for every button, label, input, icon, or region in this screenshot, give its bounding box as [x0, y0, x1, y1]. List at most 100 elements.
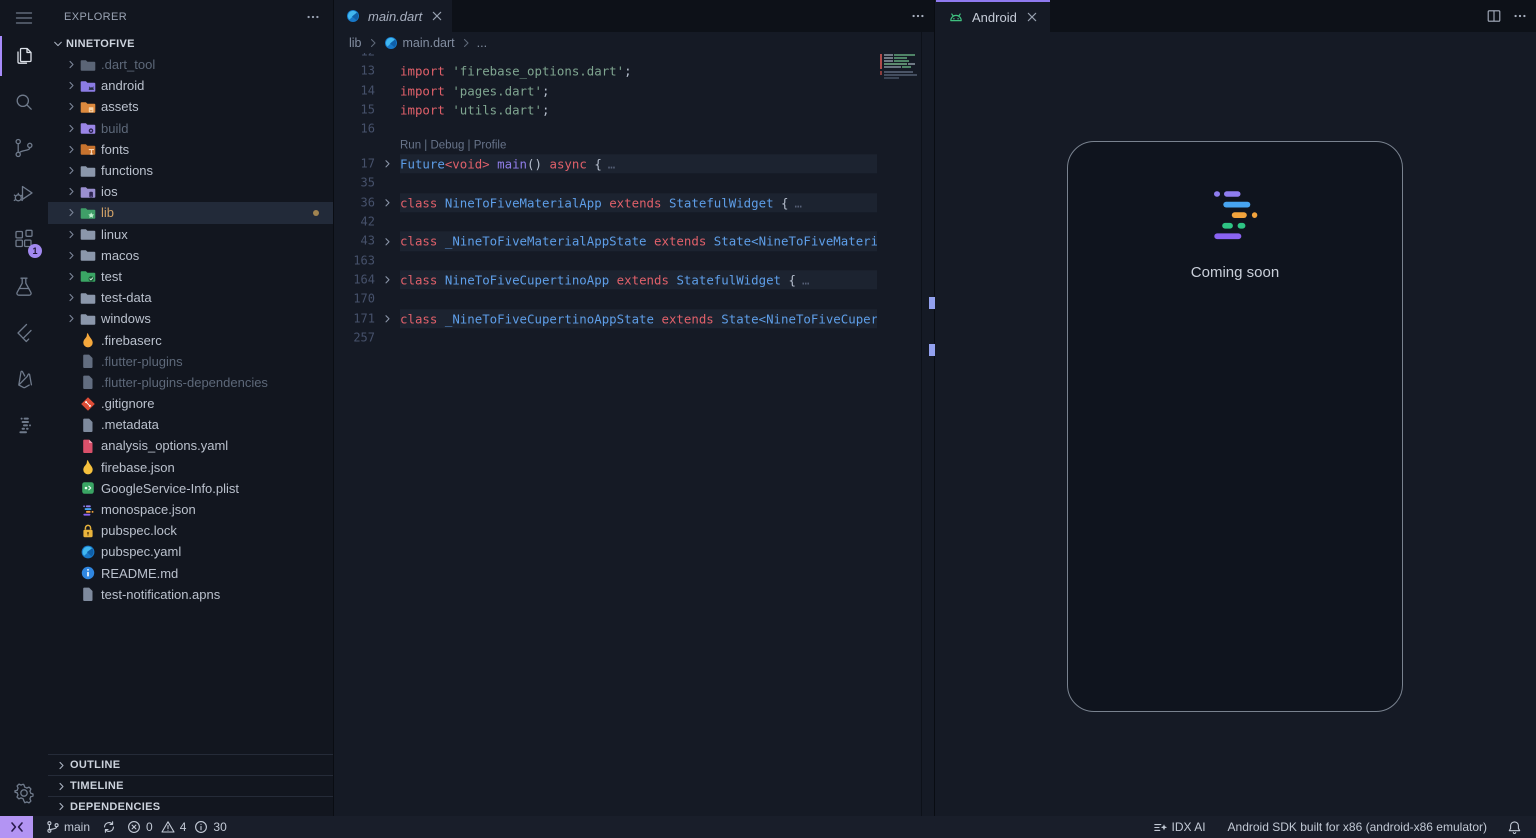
line-number: 14 [334, 81, 375, 100]
code-text [400, 212, 877, 231]
tree-item-label: monospace.json [101, 502, 196, 517]
tab-label: main.dart [368, 9, 422, 24]
tree-item-functions[interactable]: functions [48, 160, 333, 181]
line-number: 42 [334, 212, 375, 231]
close-icon[interactable] [1024, 9, 1040, 25]
branch-indicator[interactable]: main [46, 820, 90, 834]
activity-item-search[interactable] [0, 79, 48, 125]
activity-item-firebase[interactable] [0, 356, 48, 402]
code-text [400, 174, 877, 193]
tree-item-test-notification-apns[interactable]: test-notification.apns [48, 584, 333, 605]
code-editor[interactable]: 1213import 'firebase_options.dart';14imp… [334, 53, 934, 816]
tree-item-label: GoogleService-Info.plist [101, 481, 239, 496]
code-text: class NineToFiveCupertinoApp extends Sta… [400, 270, 877, 289]
android-emulator-frame: Coming soon [1067, 141, 1403, 712]
codelens-run-debug-profile[interactable]: Run | Debug | Profile [334, 139, 934, 155]
activity-item-flutter[interactable] [0, 310, 48, 356]
firebase-icon [12, 367, 36, 391]
fold-chevron-icon[interactable] [375, 312, 400, 325]
code-line-35: 35 [334, 174, 934, 193]
tree-item-assets[interactable]: assets [48, 96, 333, 117]
tree-item-build[interactable]: build [48, 118, 333, 139]
activity-item-testing[interactable] [0, 263, 48, 309]
tree-item-firebase-json[interactable]: firebase.json [48, 457, 333, 478]
folder-icon [80, 268, 96, 284]
tree-item-lib[interactable]: lib [48, 202, 333, 223]
line-number: 171 [334, 309, 375, 328]
android-icon [948, 9, 964, 25]
tree-item-label: test-data [101, 290, 152, 305]
fold-chevron-icon[interactable] [375, 235, 400, 248]
tree-item-pubspec-lock[interactable]: pubspec.lock [48, 520, 333, 541]
tree-item-firebaserc[interactable]: .firebaserc [48, 329, 333, 350]
fold-chevron-icon[interactable] [375, 196, 400, 209]
fold-chevron-icon[interactable] [375, 273, 400, 286]
tree-item-label: firebase.json [101, 460, 175, 475]
editor-tabs-bar: main.dart [334, 0, 934, 32]
activity-item-source-control[interactable] [0, 125, 48, 171]
panel-more-actions-icon[interactable] [1512, 8, 1528, 24]
tree-item-android[interactable]: android [48, 75, 333, 96]
tab-main-dart[interactable]: main.dart [334, 0, 452, 32]
close-icon[interactable] [429, 8, 445, 24]
tree-item-monospace-json[interactable]: monospace.json [48, 499, 333, 520]
section-dependencies[interactable]: DEPENDENCIES [48, 796, 333, 816]
breadcrumb-item--[interactable]: ... [477, 36, 487, 50]
minimap[interactable] [880, 53, 921, 85]
section-outline[interactable]: OUTLINE [48, 754, 333, 775]
tree-item-macos[interactable]: macos [48, 245, 333, 266]
tree-root-ninetofive[interactable]: NINETOFIVE [48, 33, 333, 54]
editor-more-actions-icon[interactable] [910, 8, 926, 24]
tab-android[interactable]: Android [936, 0, 1050, 32]
tree-item-readme-md[interactable]: README.md [48, 563, 333, 584]
activity-item-idx[interactable] [0, 402, 48, 448]
fold-chevron-icon[interactable] [375, 158, 400, 171]
problems-indicator[interactable]: 0430 [127, 820, 227, 834]
folder-icon [80, 290, 96, 306]
tree-item-gitignore[interactable]: .gitignore [48, 393, 333, 414]
code-line-171: 171class _NineToFiveCupertinoAppState ex… [334, 309, 934, 328]
tree-item-googleservice-info-plist[interactable]: GoogleService-Info.plist [48, 478, 333, 499]
folder-icon [80, 311, 96, 327]
menu-icon[interactable] [0, 4, 48, 32]
tree-item-dart-tool[interactable]: .dart_tool [48, 54, 333, 75]
breadcrumb-item-main-dart[interactable]: main.dart [384, 36, 455, 50]
tree-item-test[interactable]: test [48, 266, 333, 287]
tree-item-flutter-plugins-dependencies[interactable]: .flutter-plugins-dependencies [48, 372, 333, 393]
tree-item-metadata[interactable]: .metadata [48, 414, 333, 435]
activity-item-run-debug[interactable] [0, 170, 48, 216]
tree-item-label: .firebaserc [101, 333, 162, 348]
breadcrumb-item-lib[interactable]: lib [349, 36, 362, 50]
line-number: 16 [334, 119, 375, 138]
tree-item-analysis-options-yaml[interactable]: analysis_options.yaml [48, 435, 333, 456]
section-timeline[interactable]: TIMELINE [48, 775, 333, 796]
folder-icon [80, 78, 96, 94]
tree-item-windows[interactable]: windows [48, 308, 333, 329]
remote-indicator[interactable] [0, 816, 33, 838]
folder-icon [80, 99, 96, 115]
idx-icon [12, 413, 36, 437]
notifications-button[interactable] [1507, 820, 1522, 835]
code-text [400, 119, 877, 138]
activity-item-explorer[interactable] [0, 33, 48, 79]
tree-item-test-data[interactable]: test-data [48, 287, 333, 308]
android-sdk-indicator[interactable]: Android SDK built for x86 (android-x86 e… [1228, 820, 1487, 834]
sidebar-header: EXPLORER [48, 0, 333, 33]
code-text: import 'firebase_options.dart'; [400, 62, 877, 81]
tree-item-pubspec-yaml[interactable]: pubspec.yaml [48, 541, 333, 562]
code-text [400, 53, 877, 62]
activity-item-extensions[interactable]: 1 [0, 216, 48, 262]
sync-button[interactable] [102, 820, 116, 834]
tree-item-ios[interactable]: ios [48, 181, 333, 202]
more-actions-icon[interactable] [303, 8, 323, 26]
folder-icon [80, 226, 96, 242]
tree-item-flutter-plugins[interactable]: .flutter-plugins [48, 351, 333, 372]
tree-item-fonts[interactable]: fonts [48, 139, 333, 160]
split-editor-icon[interactable] [1486, 8, 1502, 24]
idx-ai-button[interactable]: IDX AI [1153, 820, 1206, 835]
tree-item-linux[interactable]: linux [48, 224, 333, 245]
code-line-16: 16 [334, 119, 934, 138]
settings-button[interactable] [0, 770, 48, 816]
panel-actions [1486, 0, 1528, 32]
monospace-logo [1205, 186, 1265, 246]
